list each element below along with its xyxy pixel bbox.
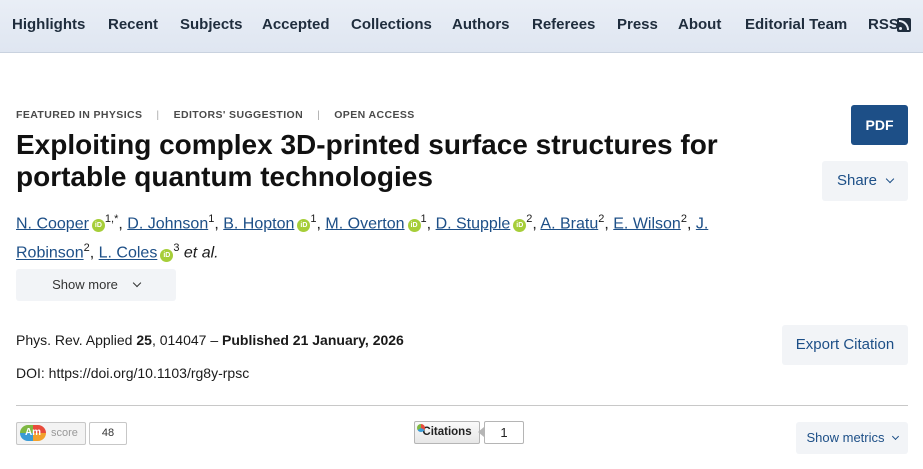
show-more-label: Show more bbox=[52, 277, 118, 292]
nav-recent[interactable]: Recent bbox=[108, 0, 158, 52]
article-tags: FEATURED IN PHYSICS | EDITORS' SUGGESTION |… bbox=[16, 109, 415, 121]
journal-name: Phys. Rev. Applied bbox=[16, 332, 133, 348]
citations-label[interactable]: Citations bbox=[414, 421, 480, 444]
top-navigation: Highlights Recent Subjects Accepted Coll… bbox=[0, 0, 923, 53]
share-button[interactable]: Share bbox=[822, 161, 908, 201]
doi-text: DOI: https://doi.org/10.1103/rg8y-rpsc bbox=[16, 365, 250, 381]
nav-editorial-team[interactable]: Editorial Team bbox=[745, 0, 847, 52]
affiliation-marker: 1,* bbox=[104, 213, 119, 225]
published-date: Published 21 January, 2026 bbox=[222, 332, 404, 348]
export-citation-button[interactable]: Export Citation bbox=[782, 325, 908, 365]
citations-count[interactable]: 1 bbox=[478, 421, 524, 444]
article-title: Exploiting complex 3D-printed surface st… bbox=[16, 129, 718, 192]
affiliation-marker: 2 bbox=[598, 213, 605, 225]
rss-icon[interactable] bbox=[897, 18, 911, 32]
author-link[interactable]: L. Coles bbox=[99, 245, 158, 262]
affiliation-marker: 1 bbox=[310, 213, 317, 225]
journal-citation: Phys. Rev. Applied 25, 014047 – Publishe… bbox=[16, 332, 404, 348]
orcid-icon[interactable]: iD bbox=[160, 248, 174, 262]
nav-highlights[interactable]: Highlights bbox=[12, 0, 85, 52]
show-metrics-button[interactable]: Show metrics bbox=[796, 422, 908, 454]
author-link[interactable]: N. Cooper bbox=[16, 215, 89, 232]
affiliation-marker: 1 bbox=[208, 213, 215, 225]
orcid-icon[interactable]: iD bbox=[297, 219, 311, 233]
et-al: et al. bbox=[183, 244, 219, 262]
tag-editors-suggestion[interactable]: EDITORS' SUGGESTION bbox=[174, 109, 304, 121]
chevron-down-icon bbox=[132, 278, 142, 288]
orcid-icon[interactable]: iD bbox=[91, 219, 105, 233]
pdf-button[interactable]: PDF bbox=[851, 105, 908, 145]
chevron-down-icon bbox=[885, 174, 895, 184]
author-link[interactable]: D. Stupple bbox=[436, 215, 511, 232]
author-link[interactable]: E. Wilson bbox=[613, 215, 681, 232]
affiliation-marker: 1 bbox=[420, 213, 427, 225]
nav-press[interactable]: Press bbox=[617, 0, 658, 52]
author-list: N. Cooper iD1,*, D. Johnson1, B. Hopton iD… bbox=[16, 213, 709, 262]
show-metrics-label: Show metrics bbox=[806, 430, 885, 445]
author-link[interactable]: D. Johnson bbox=[127, 215, 208, 232]
show-more-button[interactable]: Show more bbox=[16, 269, 176, 301]
orcid-icon[interactable]: iD bbox=[513, 219, 527, 233]
author-link[interactable]: B. Hopton bbox=[223, 215, 294, 232]
nav-authors[interactable]: Authors bbox=[452, 0, 510, 52]
share-label: Share bbox=[836, 172, 878, 189]
altmetric-logo-icon: Am bbox=[20, 425, 46, 441]
tag-separator: | bbox=[317, 109, 321, 121]
nav-accepted[interactable]: Accepted bbox=[262, 0, 330, 52]
nav-subjects[interactable]: Subjects bbox=[180, 0, 243, 52]
altmetric-score-badge[interactable]: Am score bbox=[16, 422, 86, 445]
article-number: , 014047 – bbox=[151, 332, 223, 348]
chevron-down-icon bbox=[891, 432, 899, 441]
nav-collections[interactable]: Collections bbox=[351, 0, 432, 52]
divider bbox=[16, 405, 908, 406]
altmetric-score-value[interactable]: 48 bbox=[89, 422, 127, 445]
tag-separator: | bbox=[156, 109, 160, 121]
affiliation-marker: 2 bbox=[680, 213, 687, 225]
orcid-icon[interactable]: iD bbox=[407, 219, 421, 233]
nav-about[interactable]: About bbox=[678, 0, 721, 52]
affiliation-marker: 2 bbox=[526, 213, 533, 225]
affiliation-marker: 2 bbox=[83, 242, 90, 255]
nav-referees[interactable]: Referees bbox=[532, 0, 595, 52]
tag-open-access[interactable]: OPEN ACCESS bbox=[334, 109, 414, 121]
journal-volume: 25 bbox=[136, 332, 152, 348]
author-link[interactable]: M. Overton bbox=[325, 215, 404, 232]
affiliation-marker: 3 bbox=[173, 242, 180, 255]
tag-featured-in-physics[interactable]: FEATURED IN PHYSICS bbox=[16, 109, 142, 121]
nav-rss[interactable]: RSS bbox=[868, 0, 899, 52]
altmetric-score-label: score bbox=[51, 427, 78, 439]
author-link[interactable]: A. Bratu bbox=[540, 215, 598, 232]
